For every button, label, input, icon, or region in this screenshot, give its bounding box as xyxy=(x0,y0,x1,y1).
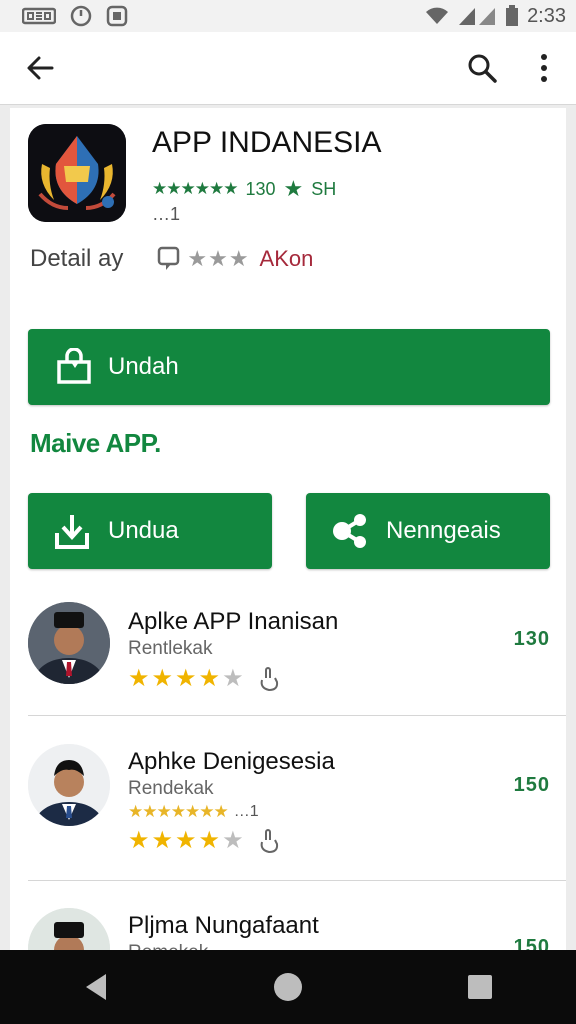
avatar xyxy=(28,744,110,826)
star-icon: ★ xyxy=(283,176,304,201)
list-item-count: 150 xyxy=(513,774,550,796)
screenshot-icon xyxy=(106,5,128,27)
list-item-rating: ★★★★★ xyxy=(128,664,280,693)
wifi-icon xyxy=(426,7,449,24)
more-options-button[interactable] xyxy=(524,48,564,88)
detail-label[interactable]: Detail ay xyxy=(30,245,123,273)
app-detail-card: APP INDANESIA ★★★★★★ 130 ★ SH …1 Detail … xyxy=(10,108,566,958)
touch-icon xyxy=(260,666,278,691)
battery-icon xyxy=(506,5,519,26)
detail-akon-label[interactable]: AKon xyxy=(260,246,314,272)
detail-stars: ★★★ xyxy=(187,246,250,271)
avatar xyxy=(28,602,110,684)
signal-icon xyxy=(459,8,496,25)
app-rating-suffix: SH xyxy=(311,178,337,199)
status-left-icons xyxy=(22,5,128,27)
app-title: APP INDANESIA xyxy=(152,126,382,159)
download-button-label: Undua xyxy=(108,517,179,544)
search-icon xyxy=(468,54,497,83)
nav-back-button[interactable] xyxy=(66,957,126,1017)
timer-icon xyxy=(70,5,92,27)
install-icon xyxy=(54,347,94,387)
share-button-label: Nenngeais xyxy=(386,517,501,544)
touch-icon xyxy=(260,828,278,853)
back-arrow-icon xyxy=(27,56,54,80)
app-bar xyxy=(0,32,576,105)
comment-icon xyxy=(158,246,180,270)
list-item[interactable]: Aplke APP Inanisan Rentlekak ★★★★★ 130 xyxy=(10,586,566,726)
list-item-count: 130 xyxy=(513,628,550,650)
back-button[interactable] xyxy=(18,48,62,88)
share-button[interactable]: Nenngeais xyxy=(306,493,550,569)
list-item-extra-stars: ★★★★★★★ xyxy=(128,802,229,821)
list-item-stars: ★★★★★ xyxy=(128,665,246,692)
nav-back-icon xyxy=(86,974,106,1000)
list-item-subtitle: Rendekak xyxy=(128,778,214,799)
download-button[interactable]: Undua xyxy=(28,493,272,569)
nav-home-button[interactable] xyxy=(258,957,318,1017)
app-rating-stars: ★★★★★★ xyxy=(152,179,238,198)
install-button-label: Undah xyxy=(108,353,179,380)
status-bar: 2:33 xyxy=(0,0,576,32)
list-item[interactable]: Pljma Nungafaant Remekek 150 xyxy=(10,890,566,958)
navigation-bar xyxy=(0,950,576,1024)
list-item-rating: ★★★★★ xyxy=(128,826,280,855)
status-right: 2:33 xyxy=(425,5,566,28)
nav-home-icon xyxy=(274,973,302,1001)
app-icon xyxy=(28,124,126,222)
nav-recents-icon xyxy=(468,975,492,999)
download-icon xyxy=(50,509,94,553)
list-item-subtitle: Rentlekak xyxy=(128,638,213,659)
list-item-extra-text: …1 xyxy=(233,803,259,820)
install-button[interactable]: Undah xyxy=(28,329,550,405)
list-item-extra: ★★★★★★★ …1 xyxy=(128,802,259,822)
list-item-title: Aphke Denigesesia xyxy=(128,748,335,775)
share-icon xyxy=(328,509,372,553)
list-item[interactable]: Aphke Denigesesia Rendekak ★★★★★★★ …1 ★★… xyxy=(10,726,566,866)
app-rating-count: 130 xyxy=(245,178,276,199)
list-divider xyxy=(28,880,566,881)
list-divider xyxy=(28,715,566,716)
more-vertical-icon xyxy=(541,54,547,82)
section-title: Maive APP. xyxy=(30,428,161,458)
list-item-title: Aplke APP Inanisan xyxy=(128,608,339,635)
status-time: 2:33 xyxy=(527,4,566,27)
notification-icon xyxy=(22,7,56,25)
app-logo-emblem-icon xyxy=(28,124,126,222)
list-item-title: Pljma Nungafaant xyxy=(128,912,319,939)
detail-row: Detail ay ★★★ AKon xyxy=(30,241,313,277)
app-subtitle: …1 xyxy=(152,204,181,224)
list-item-stars: ★★★★★ xyxy=(128,827,246,854)
app-rating-line: ★★★★★★ 130 ★ SH xyxy=(152,176,336,202)
detail-meta: ★★★ AKon xyxy=(157,246,313,272)
search-button[interactable] xyxy=(460,48,504,88)
nav-recents-button[interactable] xyxy=(450,957,510,1017)
